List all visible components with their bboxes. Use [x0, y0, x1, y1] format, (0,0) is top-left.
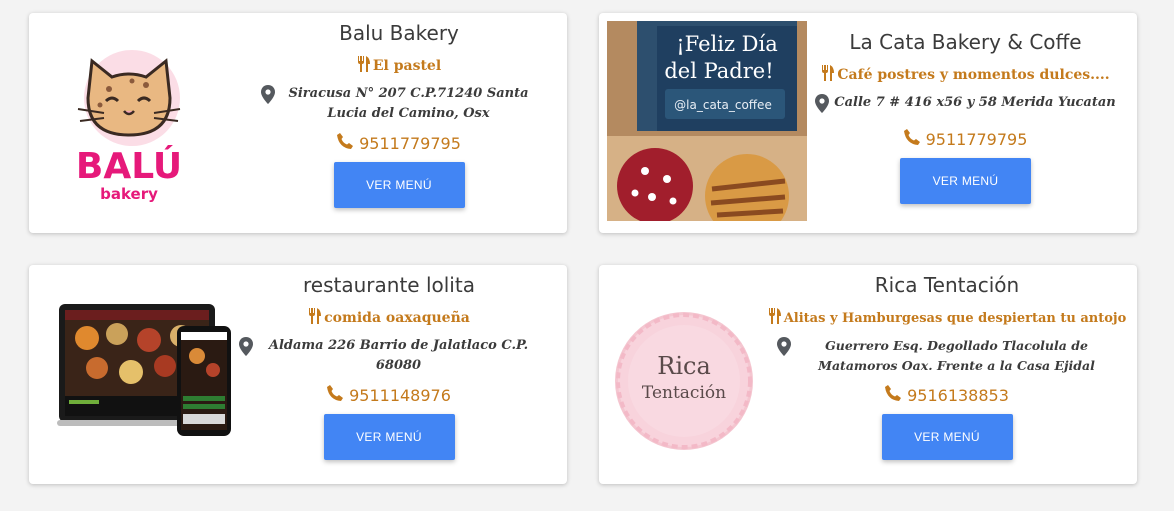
phone-icon	[903, 129, 920, 149]
photo-line2: del Padre!	[664, 59, 773, 83]
map-marker-icon	[260, 85, 275, 111]
tagline-text: comida oaxaqueña	[324, 310, 470, 326]
restaurant-tagline: Café postres y momentos dulces....	[821, 65, 1110, 85]
balu-bakery-logo: BALÚ bakery	[74, 43, 184, 203]
address-text: Guerrero Esq. Degollado Tlacolula de Mat…	[818, 338, 1095, 373]
restaurant-address: Calle 7 # 416 x56 y 58 Merida Yucatan	[815, 93, 1116, 120]
restaurant-address: Siracusa N° 207 C.P.71240 Santa Lucia de…	[254, 84, 544, 124]
tagline-text: Café postres y momentos dulces....	[837, 67, 1110, 83]
restaurant-info: La Cata Bakery & Coffe Café postres y mo…	[809, 13, 1122, 233]
balu-logo-subtext: bakery	[100, 185, 158, 203]
restaurant-name: restaurante lolita	[303, 273, 475, 297]
la-cata-photo: ¡Feliz Día del Padre! @la_cata_coffee	[607, 21, 807, 238]
photo-line1: ¡Feliz Día	[676, 32, 778, 56]
ver-menu-button[interactable]: VER MENÚ	[333, 162, 465, 208]
phone-number: 9511779795	[359, 133, 461, 153]
address-text: Calle 7 # 416 x56 y 58 Merida Yucatan	[834, 95, 1116, 110]
utensils-icon	[357, 56, 371, 76]
restaurant-info: Rica Tentación Alitas y Hamburgesas que …	[768, 265, 1126, 484]
restaurant-phone[interactable]: 9511779795	[903, 129, 1028, 149]
restaurant-card-lolita: restaurante lolita comida oaxaqueña Alda…	[29, 265, 567, 484]
restaurant-name: Balu Bakery	[339, 21, 459, 45]
rica-logo-line2: Tentación	[642, 383, 726, 403]
map-marker-icon	[776, 337, 791, 363]
utensils-icon	[308, 308, 322, 328]
restaurant-card-balu-bakery: BALÚ bakery Balu Bakery El pastel Siracu…	[29, 13, 567, 233]
phone-number: 9511779795	[925, 129, 1028, 149]
phone-number: 9511148976	[349, 385, 451, 405]
address-text: Aldama 226 Barrio de Jalatlaco C.P. 6808…	[268, 338, 529, 373]
map-marker-icon	[815, 94, 830, 120]
restaurant-address: Aldama 226 Barrio de Jalatlaco C.P. 6808…	[239, 336, 539, 376]
restaurant-card-la-cata: ¡Feliz Día del Padre! @la_cata_coffee La…	[599, 13, 1137, 238]
restaurant-card-rica-tentacion: Rica Tentación Rica Tentación Alitas y H…	[599, 265, 1137, 484]
ver-menu-button[interactable]: VER MENÚ	[323, 414, 455, 460]
phone-icon	[327, 385, 344, 405]
restaurant-phone[interactable]: 9511148976	[327, 385, 451, 405]
restaurant-name: La Cata Bakery & Coffe	[849, 30, 1082, 54]
restaurant-address: Guerrero Esq. Degollado Tlacolula de Mat…	[774, 336, 1120, 376]
phone-number: 9516138853	[907, 385, 1009, 405]
address-text: Siracusa N° 207 C.P.71240 Santa Lucia de…	[288, 86, 529, 121]
restaurant-info: Balu Bakery El pastel Siracusa N° 207 C.…	[254, 13, 544, 233]
utensils-icon	[821, 65, 835, 85]
restaurant-tagline: comida oaxaqueña	[308, 308, 470, 328]
restaurant-phone[interactable]: 9516138853	[885, 385, 1009, 405]
photo-handle: @la_cata_coffee	[674, 98, 772, 112]
rica-tentacion-logo: Rica Tentación	[613, 310, 755, 452]
restaurant-info: restaurante lolita comida oaxaqueña Alda…	[239, 265, 539, 484]
phone-icon	[337, 133, 354, 153]
tagline-text: El pastel	[372, 58, 442, 74]
balu-logo-text: BALÚ	[76, 145, 182, 187]
phone-icon	[885, 385, 902, 405]
ver-menu-button[interactable]: VER MENÚ	[900, 158, 1031, 204]
rica-logo-line1: Rica	[657, 352, 711, 380]
restaurant-tagline: El pastel	[357, 56, 441, 76]
ver-menu-button[interactable]: VER MENÚ	[881, 414, 1013, 460]
restaurant-name: Rica Tentación	[874, 273, 1020, 297]
tagline-text: Alitas y Hamburgesas que despiertan tu a…	[783, 310, 1127, 326]
restaurant-tagline: Alitas y Hamburgesas que despiertan tu a…	[768, 308, 1127, 328]
utensils-icon	[768, 308, 782, 328]
lolita-device-mockup	[57, 300, 237, 440]
map-marker-icon	[239, 337, 253, 363]
restaurant-phone[interactable]: 9511779795	[337, 133, 461, 153]
